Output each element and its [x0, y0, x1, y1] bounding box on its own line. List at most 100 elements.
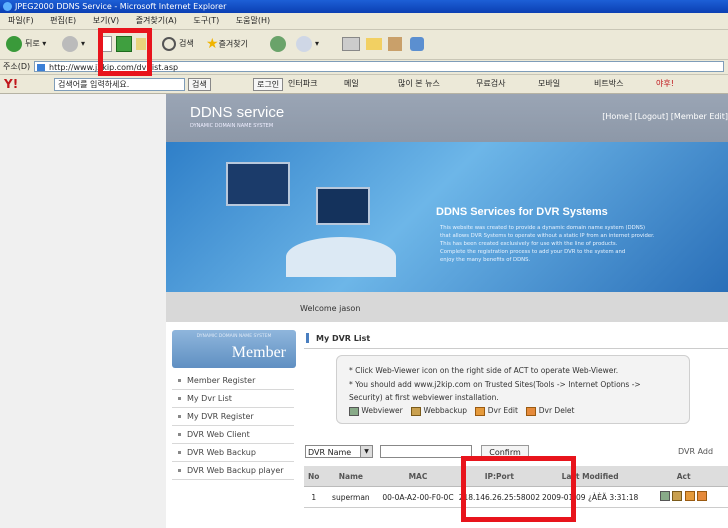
research-icon	[388, 36, 402, 51]
back-button[interactable]: 뒤로 ▾	[6, 35, 46, 53]
site-logo-subtitle: DYNAMIC DOMAIN NAME SYSTEM	[190, 123, 274, 129]
yahoo-link-interpark[interactable]: 인터파크	[288, 75, 317, 93]
print-button[interactable]	[342, 35, 360, 53]
print-icon	[342, 36, 360, 51]
site-logo-title[interactable]: DDNS service	[190, 104, 284, 121]
operator-image	[286, 237, 396, 277]
info-line: * You should add www.j2kip.com on Truste…	[349, 380, 641, 389]
yahoo-link-bitbox[interactable]: 비트박스	[594, 75, 623, 93]
messenger-icon	[410, 36, 424, 51]
welcome-text: Welcome jason	[300, 304, 361, 313]
history-button[interactable]	[270, 35, 289, 53]
monitor-image	[226, 162, 290, 206]
history-icon	[270, 35, 286, 52]
menu-tools[interactable]: 도구(T)	[193, 16, 219, 25]
menu-edit[interactable]: 편집(E)	[50, 16, 76, 25]
ie-icon	[3, 2, 12, 11]
welcome-bar: Welcome jason	[166, 292, 728, 322]
forward-button[interactable]: ▾	[62, 35, 85, 53]
yahoo-login-button[interactable]: 로그인	[253, 78, 284, 91]
info-line: Security) at first webviewer installatio…	[349, 393, 499, 402]
bullet-icon	[178, 414, 181, 418]
info-line: * Click Web-Viewer icon on the right sid…	[349, 366, 619, 375]
sidebar-item-my-dvr-list[interactable]: My Dvr List	[172, 390, 294, 408]
chevron-down-icon: ▼	[360, 446, 372, 457]
bullet-icon	[178, 378, 181, 382]
address-label: 주소(D)	[3, 62, 31, 71]
cell-act	[639, 486, 728, 508]
top-links[interactable]: [Home] [Logout] [Member Edit]	[602, 112, 728, 121]
yahoo-logo[interactable]: Y!	[4, 75, 18, 93]
folder-button[interactable]	[366, 35, 382, 53]
webbackup-icon[interactable]	[672, 491, 683, 501]
bullet-icon	[178, 396, 181, 400]
yahoo-search-input[interactable]: 검색어를 입력하세요.	[54, 78, 185, 91]
cell-no: 1	[304, 486, 324, 508]
info-box: * Click Web-Viewer icon on the right sid…	[336, 355, 690, 424]
dvr-delete-icon[interactable]	[697, 491, 708, 501]
menu-view[interactable]: 보기(V)	[93, 16, 119, 25]
yahoo-link-mail[interactable]: 메일	[344, 75, 359, 93]
member-box-subtitle: DYNAMIC DOMAIN NAME SYSTEM	[196, 334, 272, 339]
webviewer-icon	[349, 406, 359, 416]
dvr-edit-icon	[475, 406, 486, 416]
section-title: My DVR List	[316, 334, 371, 343]
folder-icon	[366, 37, 382, 50]
star-icon: ★	[206, 36, 219, 52]
mail-icon	[296, 35, 312, 52]
dvr-edit-icon[interactable]	[684, 491, 695, 501]
research-button[interactable]	[388, 35, 402, 53]
messenger-button[interactable]	[410, 35, 424, 53]
member-box: DYNAMIC DOMAIN NAME SYSTEM Member	[172, 330, 296, 368]
section-marker	[306, 333, 309, 343]
banner-text: This website was created to provide a dy…	[440, 225, 655, 263]
yahoo-link-news[interactable]: 많이 본 뉴스	[398, 75, 440, 93]
window-title-bar: JPEG2000 DDNS Service - Microsoft Intern…	[0, 0, 728, 13]
header-name: Name	[323, 466, 379, 487]
cell-name: superman	[323, 486, 379, 508]
icon-legend: Webviewer Webbackup Dvr Edit Dvr Delet	[349, 406, 574, 416]
left-margin	[0, 94, 166, 528]
back-arrow-icon	[6, 35, 22, 52]
yahoo-link-mobile[interactable]: 모바일	[538, 75, 560, 93]
header-act: Act	[639, 466, 728, 487]
menu-file[interactable]: 파일(F)	[8, 16, 34, 25]
yahoo-link-yahoo[interactable]: 야후!	[656, 75, 674, 93]
sidebar-item-dvr-web-backup-player[interactable]: DVR Web Backup player	[172, 462, 294, 480]
sidebar-item-dvr-web-client[interactable]: DVR Web Client	[172, 426, 294, 444]
forward-arrow-icon	[62, 35, 78, 52]
filter-input[interactable]	[380, 445, 472, 458]
sidebar-item-dvr-web-backup[interactable]: DVR Web Backup	[172, 444, 294, 462]
banner-title: DDNS Services for DVR Systems	[436, 206, 608, 218]
monitor-image	[316, 187, 370, 225]
window-title: JPEG2000 DDNS Service - Microsoft Intern…	[15, 2, 227, 11]
member-box-title: Member	[231, 344, 286, 361]
page-icon	[37, 64, 45, 71]
bullet-icon	[178, 450, 181, 454]
highlight-ip-port-annotation	[461, 456, 576, 522]
sidebar-item-member-register[interactable]: Member Register	[172, 372, 294, 390]
filter-select[interactable]: DVR Name ▼	[305, 445, 373, 458]
cell-mac: 00-0A-A2-00-F0-0C	[378, 486, 458, 508]
yahoo-link-scan[interactable]: 무료검사	[476, 75, 505, 93]
menu-help[interactable]: 도움말(H)	[236, 16, 270, 25]
header-no: No	[304, 466, 324, 487]
webbackup-icon	[411, 406, 422, 416]
divider	[304, 348, 728, 349]
yahoo-search-button[interactable]: 검색	[188, 78, 211, 91]
site-header: DDNS service DYNAMIC DOMAIN NAME SYSTEM …	[166, 94, 728, 142]
hero-banner: DDNS Services for DVR Systems This websi…	[166, 142, 728, 292]
menu-favorites[interactable]: 즐겨찾기(A)	[136, 16, 177, 25]
dvr-add-link[interactable]: DVR Add	[678, 447, 713, 456]
bullet-icon	[178, 468, 181, 472]
webviewer-icon[interactable]	[660, 491, 671, 501]
search-button[interactable]: 검색	[162, 35, 194, 53]
bullet-icon	[178, 432, 181, 436]
highlight-refresh-annotation	[98, 28, 152, 76]
favorites-button[interactable]: ★즐겨찾기	[206, 35, 248, 53]
mail-button[interactable]: ▾	[296, 35, 319, 53]
yahoo-toolbar: Y! 검색어를 입력하세요. 검색 로그인 인터파크 메일 많이 본 뉴스 무료…	[0, 75, 728, 94]
sidebar-item-my-dvr-register[interactable]: My DVR Register	[172, 408, 294, 426]
header-mac: MAC	[378, 466, 458, 487]
search-icon	[162, 36, 176, 51]
